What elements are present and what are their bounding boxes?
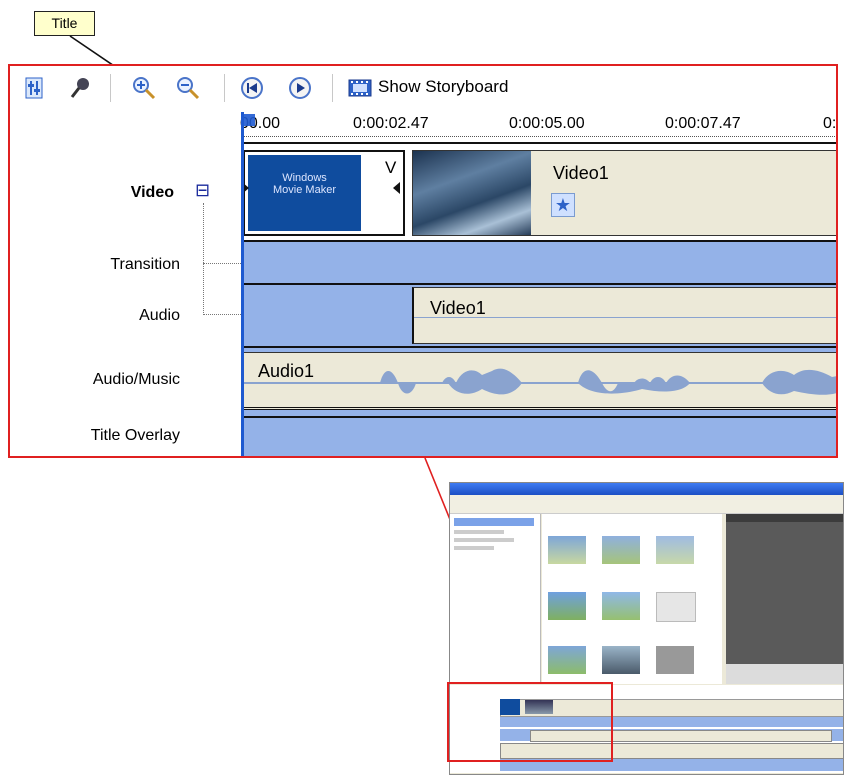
title-callout: Title <box>34 11 95 36</box>
mini-title-bar <box>450 483 843 495</box>
play-timeline-icon[interactable] <box>288 76 312 100</box>
timeline-ruler[interactable]: 00.00 0:00:02.47 0:00:05.00 0:00:07.47 0… <box>240 112 837 140</box>
show-storyboard-icon[interactable] <box>348 76 372 100</box>
audio-waveform <box>242 368 836 395</box>
video-effect-star-icon: ★ <box>551 193 575 217</box>
rewind-timeline-icon[interactable] <box>240 76 264 100</box>
ruler-tick: 0:00:05.00 <box>509 115 585 132</box>
track-label-video: Video <box>130 184 174 201</box>
track-label-audio: Audio <box>139 307 180 324</box>
zoom-out-icon[interactable] <box>176 76 200 100</box>
ruler-tick: 0:00:02.47 <box>353 115 429 132</box>
audio-clip[interactable]: Video1 <box>412 287 836 344</box>
video-clip-label: Video1 <box>553 163 609 183</box>
mini-timeline-highlight <box>447 682 613 762</box>
ruler-tick: 0:00:07.47 <box>665 115 741 132</box>
collapse-video-icon[interactable]: ⊟ <box>195 180 210 201</box>
title-overlay-track[interactable] <box>241 416 836 456</box>
timeline-playhead[interactable] <box>241 112 244 456</box>
music-clip[interactable]: Audio1 <box>241 352 836 410</box>
transition-track[interactable] <box>241 240 836 283</box>
timeline-panel: Show Storyboard 00.00 0:00:02.47 0:00:05… <box>8 64 838 458</box>
audio-track[interactable]: Video1 <box>241 283 836 346</box>
playhead-handle[interactable] <box>241 114 255 126</box>
title-clip-label: V <box>385 158 397 177</box>
audio-music-track[interactable]: Audio1 <box>241 346 836 416</box>
timeline-toolbar: Show Storyboard <box>10 66 836 112</box>
title-clip[interactable]: Windows Movie Maker V <box>242 150 405 236</box>
track-label-title-overlay: Title Overlay <box>90 427 180 444</box>
track-label-transition: Transition <box>110 256 180 273</box>
ruler-tick: 0: <box>823 115 837 132</box>
video-clip-thumbnail <box>413 151 531 235</box>
video-clip[interactable]: Video1 ★ <box>412 150 836 236</box>
video-track[interactable]: Windows Movie Maker V Video1 ★ <box>241 142 836 240</box>
show-storyboard-button[interactable]: Show Storyboard <box>378 77 508 97</box>
audio-clip-label: Video1 <box>430 298 486 318</box>
track-label-audio-music: Audio/Music <box>92 371 180 388</box>
title-clip-thumbnail: Windows Movie Maker <box>248 155 361 231</box>
set-audio-levels-icon[interactable] <box>22 76 46 100</box>
zoom-in-icon[interactable] <box>132 76 156 100</box>
narrate-timeline-icon[interactable] <box>68 76 92 100</box>
